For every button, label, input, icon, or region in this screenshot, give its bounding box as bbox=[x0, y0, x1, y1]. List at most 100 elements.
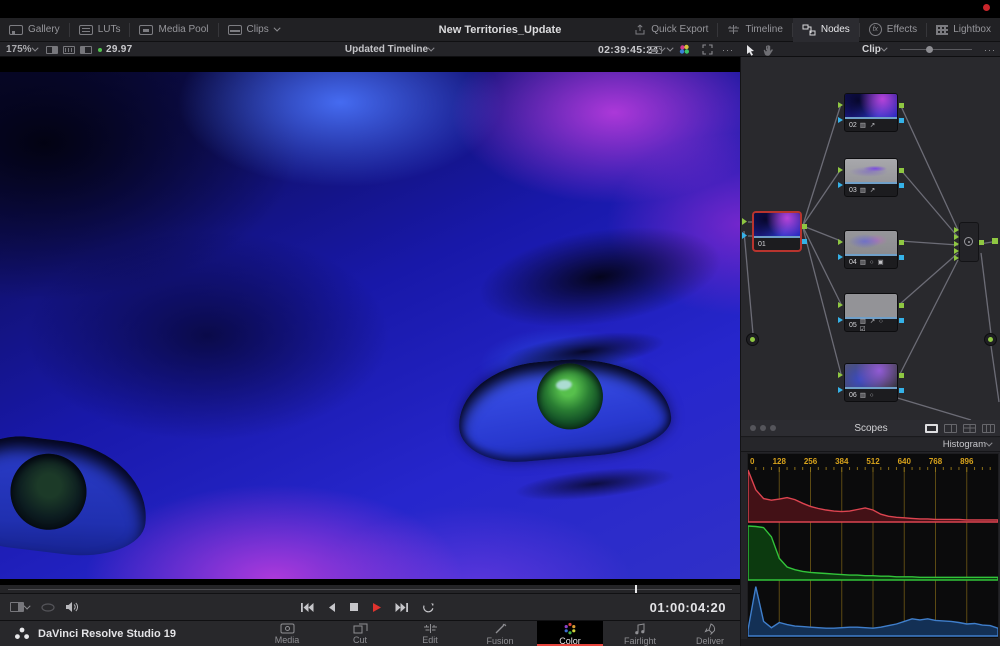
node-05-key-input-port[interactable] bbox=[838, 317, 843, 323]
gallery-label: Gallery bbox=[28, 24, 60, 35]
nodes-more-options[interactable]: ··· bbox=[984, 42, 996, 57]
node-02[interactable]: 02▥ ↗ bbox=[844, 93, 898, 132]
step-back-button[interactable] bbox=[327, 602, 336, 613]
output-node-dot[interactable] bbox=[984, 333, 997, 346]
viewer-zoom-select[interactable]: 175% bbox=[6, 42, 39, 57]
node-01[interactable]: 01 bbox=[753, 212, 801, 251]
node-01-key-output-port[interactable] bbox=[802, 239, 807, 244]
node-02-key-input-port[interactable] bbox=[838, 117, 843, 123]
viewer-mode-reference-icon[interactable] bbox=[80, 46, 92, 54]
tab-fusion[interactable]: Fusion bbox=[467, 621, 533, 646]
davinci-logo-icon bbox=[14, 627, 30, 640]
luts-button[interactable]: LUTs bbox=[70, 18, 130, 42]
color-viewer[interactable] bbox=[0, 57, 740, 585]
timeline-panel-button[interactable]: Timeline bbox=[718, 18, 791, 42]
tab-deliver[interactable]: Deliver bbox=[677, 621, 743, 646]
scope-layout-quad-icon[interactable] bbox=[963, 424, 976, 433]
node-04-key-input-port[interactable] bbox=[838, 254, 843, 260]
pointer-tool-button[interactable] bbox=[746, 42, 756, 57]
viewer-frame-image bbox=[0, 72, 740, 579]
quick-export-button[interactable]: Quick Export bbox=[625, 18, 717, 42]
node-05-rgb-input-port[interactable] bbox=[838, 302, 843, 308]
node-05-key-output-port[interactable] bbox=[899, 318, 904, 323]
tab-edit[interactable]: Edit bbox=[397, 621, 463, 646]
svg-text:768: 768 bbox=[929, 457, 943, 466]
effects-panel-button[interactable]: fx Effects bbox=[860, 18, 926, 42]
unmix-button[interactable] bbox=[41, 603, 55, 612]
node-05-rgb-output-port[interactable] bbox=[899, 303, 904, 308]
node-03[interactable]: 03▥ ↗ bbox=[844, 158, 898, 197]
mixer-input-2[interactable] bbox=[954, 234, 959, 240]
mute-button[interactable] bbox=[65, 601, 78, 613]
node-03-key-input-port[interactable] bbox=[838, 182, 843, 188]
node-02-key-output-port[interactable] bbox=[899, 118, 904, 123]
svg-text:896: 896 bbox=[960, 457, 974, 466]
gallery-button[interactable]: Gallery bbox=[0, 18, 69, 42]
node-05[interactable]: 05▥ ↗ ○ ☑ bbox=[844, 293, 898, 332]
scope-type-selector[interactable]: Histogram bbox=[741, 438, 1000, 452]
node-02-rgb-input-port[interactable] bbox=[838, 102, 843, 108]
play-button[interactable] bbox=[372, 602, 382, 613]
playhead-marker[interactable] bbox=[635, 585, 637, 593]
skip-to-start-button[interactable] bbox=[300, 602, 314, 613]
loop-button[interactable] bbox=[422, 601, 435, 613]
scope-layout-columns-icon[interactable] bbox=[982, 424, 995, 433]
tab-media[interactable]: Media bbox=[254, 621, 320, 646]
fairlight-page-icon bbox=[634, 623, 646, 635]
node-04[interactable]: 04▥ ○ ▣ bbox=[844, 230, 898, 269]
nodes-panel-button[interactable]: Nodes bbox=[793, 18, 859, 42]
grade-palette-button[interactable] bbox=[678, 42, 691, 57]
timeline-selector[interactable]: Updated Timeline bbox=[330, 42, 450, 57]
node-03-key-output-port[interactable] bbox=[899, 183, 904, 188]
media-pool-button[interactable]: Media Pool bbox=[130, 18, 217, 42]
luts-label: LUTs bbox=[98, 24, 121, 35]
mixer-input-3[interactable] bbox=[954, 241, 959, 247]
node-06-key-input-port[interactable] bbox=[838, 387, 843, 393]
node-06-rgb-output-port[interactable] bbox=[899, 373, 904, 378]
clips-button[interactable]: Clips bbox=[219, 18, 290, 42]
viewer-jog-bar[interactable] bbox=[0, 585, 740, 593]
expand-viewer-button[interactable] bbox=[702, 42, 713, 57]
pan-tool-button[interactable] bbox=[763, 42, 774, 57]
viewer-mode-wipe-icon[interactable] bbox=[63, 46, 75, 54]
mixer-input-4[interactable] bbox=[954, 248, 959, 254]
node-06[interactable]: 06▥ ○ bbox=[844, 363, 898, 402]
node-03-rgb-output-port[interactable] bbox=[899, 168, 904, 173]
skip-to-end-button[interactable] bbox=[395, 602, 409, 613]
stop-button[interactable] bbox=[349, 602, 359, 612]
scope-layout-two-icon[interactable] bbox=[944, 424, 957, 433]
tab-fairlight[interactable]: Fairlight bbox=[607, 621, 673, 646]
slider-handle[interactable] bbox=[926, 46, 933, 53]
node-06-rgb-input-port[interactable] bbox=[838, 372, 843, 378]
viewer-layout-button[interactable] bbox=[10, 602, 31, 612]
viewer-mode-split-icon[interactable] bbox=[46, 46, 58, 54]
node-graph-panel[interactable]: 01 02▥ ↗ 03▥ ↗ 04▥ ○ ▣ bbox=[740, 57, 1000, 420]
node-04-rgb-output-port[interactable] bbox=[899, 240, 904, 245]
tab-cut[interactable]: Cut bbox=[327, 621, 393, 646]
tab-color[interactable]: Color bbox=[537, 621, 603, 646]
gallery-icon bbox=[9, 25, 23, 35]
mixer-input-5[interactable] bbox=[954, 255, 959, 261]
image-left-iris bbox=[6, 449, 91, 534]
mixer-input-1[interactable] bbox=[954, 227, 959, 233]
cut-page-icon bbox=[353, 623, 368, 634]
scopes-header[interactable]: Scopes bbox=[741, 420, 1000, 437]
node-01-rgb-output-port[interactable] bbox=[802, 224, 807, 229]
node-04-rgb-input-port[interactable] bbox=[838, 239, 843, 245]
node-03-rgb-input-port[interactable] bbox=[838, 167, 843, 173]
chevron-down-icon bbox=[880, 45, 887, 52]
program-timecode: 01:00:04:20 bbox=[650, 600, 726, 615]
node-02-rgb-output-port[interactable] bbox=[899, 103, 904, 108]
scope-layout-single-icon[interactable] bbox=[925, 424, 938, 433]
mixer-output-port[interactable] bbox=[979, 240, 984, 245]
layer-mixer-node[interactable] bbox=[959, 222, 979, 262]
node-view-mode[interactable]: Clip bbox=[862, 42, 888, 57]
node-zoom-slider[interactable] bbox=[900, 42, 972, 57]
quick-export-label: Quick Export bbox=[651, 24, 708, 35]
source-node-dot[interactable] bbox=[746, 333, 759, 346]
lightbox-button[interactable]: Lightbox bbox=[927, 18, 1000, 42]
node-04-key-output-port[interactable] bbox=[899, 255, 904, 260]
viewer-more-options[interactable]: ··· bbox=[722, 42, 734, 57]
clip-format-button[interactable] bbox=[648, 42, 674, 57]
node-06-key-output-port[interactable] bbox=[899, 388, 904, 393]
